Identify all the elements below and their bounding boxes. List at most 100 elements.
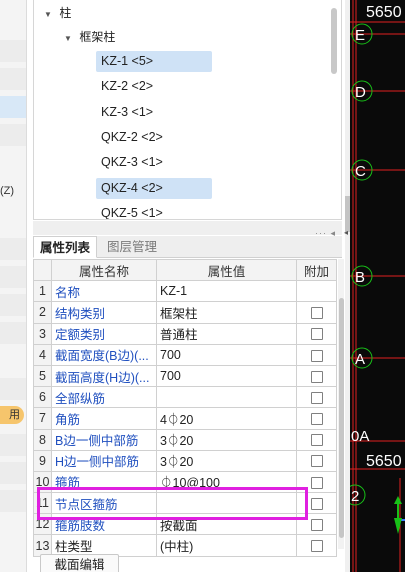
property-name[interactable]: 截面宽度(B边)(... <box>51 343 157 366</box>
attach-checkbox[interactable] <box>310 519 323 532</box>
tree-leaf-item[interactable]: KZ-3 <1> <box>96 102 212 123</box>
tree-leaf-item[interactable]: QKZ-4 <2> <box>96 177 212 199</box>
left-panel-row[interactable] <box>0 490 26 512</box>
row-index: 13 <box>33 534 52 557</box>
axis-label-e: E <box>355 27 365 44</box>
header-property-value: 属性值 <box>156 258 297 282</box>
attach-checkbox[interactable] <box>310 370 323 383</box>
tree-leaf-item[interactable]: QKZ-5 <1> <box>96 203 212 219</box>
property-name[interactable]: B边一侧中部筋 <box>51 428 157 451</box>
attach-checkbox[interactable] <box>310 476 323 489</box>
row-index: 7 <box>33 407 52 430</box>
property-name[interactable]: 柱类型 <box>51 534 157 557</box>
component-tree: ▼ 柱 ▼ 框架柱 KZ-1 <5> KZ-2 <2> KZ-3 <1> QKZ-2 … <box>33 0 342 220</box>
row-index: 8 <box>33 428 52 451</box>
table-row[interactable]: 13 柱类型 (中柱) <box>33 534 337 557</box>
cad-drawing-canvas[interactable]: 5650 5650 E D C B A 0A 2 <box>350 0 405 572</box>
axis-label-c: C <box>355 163 366 180</box>
left-panel-row[interactable] <box>0 238 26 260</box>
header-property-name: 属性名称 <box>51 258 157 282</box>
property-value[interactable]: 4⏀20 <box>156 407 297 430</box>
left-panel-row-selected[interactable] <box>0 96 26 118</box>
tree-leaf-item[interactable]: QKZ-2 <2> <box>96 127 212 148</box>
attach-cell <box>296 407 337 430</box>
left-panel-row[interactable] <box>0 434 26 456</box>
property-name[interactable]: 角筋 <box>51 407 157 430</box>
section-edit-button[interactable]: 截面编辑 <box>40 554 119 572</box>
table-row[interactable]: 2 结构类别 框架柱 <box>33 301 337 324</box>
attach-checkbox[interactable] <box>310 307 323 320</box>
tree-leaf-item[interactable]: KZ-2 <2> <box>96 76 212 97</box>
left-side-panel: (Z) 用 <box>0 0 27 572</box>
left-panel-badge[interactable]: 用 <box>0 406 24 424</box>
attach-checkbox[interactable] <box>310 434 323 447</box>
tree-node-frame-column[interactable]: ▼ 框架柱 <box>64 27 115 47</box>
property-value[interactable]: 700 <box>156 343 297 366</box>
left-panel-row[interactable] <box>0 378 26 400</box>
tree-node-label: 框架柱 <box>79 30 116 44</box>
property-name[interactable]: 全部纵筋 <box>51 386 157 409</box>
left-panel-row[interactable] <box>0 40 26 62</box>
left-panel-row[interactable] <box>0 266 26 288</box>
attach-checkbox[interactable] <box>310 540 323 553</box>
attach-checkbox[interactable] <box>310 497 323 510</box>
row-index: 9 <box>33 449 52 472</box>
header-attach: 附加 <box>296 258 337 282</box>
table-row[interactable]: 6 全部纵筋 <box>33 386 337 409</box>
row-index: 3 <box>33 322 52 345</box>
left-panel-row[interactable] <box>0 68 26 90</box>
collapse-triangle-icon[interactable]: ▼ <box>44 5 56 25</box>
property-value[interactable]: 700 <box>156 364 297 388</box>
attach-cell <box>296 428 337 451</box>
collapse-arrow-icon[interactable]: ◂ <box>344 228 348 237</box>
table-row[interactable]: 7 角筋 4⏀20 <box>33 407 337 430</box>
panel-splitter[interactable] <box>33 221 342 235</box>
property-name[interactable]: 名称 <box>51 280 157 303</box>
axis-label-d: D <box>355 84 366 101</box>
table-scrollbar-thumb[interactable] <box>339 298 344 538</box>
property-name[interactable]: 结构类别 <box>51 301 157 324</box>
cad-drawing[interactable]: 5650 5650 E D C B A 0A 2 <box>350 0 405 572</box>
tree-leaf-item[interactable]: KZ-1 <5> <box>96 51 212 72</box>
attach-checkbox[interactable] <box>310 391 323 404</box>
property-value[interactable]: 普通柱 <box>156 322 297 345</box>
left-panel-row[interactable] <box>0 322 26 344</box>
table-row[interactable]: 4 截面宽度(B边)(... 700 <box>33 343 337 366</box>
table-row[interactable]: 3 定额类别 普通柱 <box>33 322 337 345</box>
attach-checkbox[interactable] <box>310 328 323 341</box>
tree-node-label: 柱 <box>59 6 72 20</box>
left-panel-row[interactable] <box>0 124 26 146</box>
collapse-triangle-icon[interactable]: ▼ <box>64 29 76 49</box>
table-row[interactable]: 9 H边一侧中部筋 3⏀20 <box>33 449 337 472</box>
tab-property-list[interactable]: 属性列表 <box>33 236 98 258</box>
property-name[interactable]: H边一侧中部筋 <box>51 449 157 472</box>
left-panel-row[interactable] <box>0 294 26 316</box>
ucs-arrow-icon <box>394 496 402 504</box>
tree-leaf-item[interactable]: QKZ-3 <1> <box>96 152 212 173</box>
attach-cell <box>296 449 337 472</box>
axis-label-a: A <box>355 351 365 368</box>
left-panel-row[interactable] <box>0 462 26 484</box>
property-value[interactable]: 3⏀20 <box>156 428 297 451</box>
attach-cell <box>296 534 337 557</box>
table-row[interactable]: 1 名称 KZ-1 <box>33 280 337 303</box>
property-value[interactable]: KZ-1 <box>156 280 297 303</box>
row-index: 6 <box>33 386 52 409</box>
table-row[interactable]: 8 B边一侧中部筋 3⏀20 <box>33 428 337 451</box>
property-value[interactable]: (中柱) <box>156 534 297 557</box>
attach-checkbox[interactable] <box>310 455 323 468</box>
property-name[interactable]: 定额类别 <box>51 322 157 345</box>
attach-cell <box>296 322 337 345</box>
property-value[interactable] <box>156 386 297 409</box>
tree-node-column[interactable]: ▼ 柱 <box>44 3 71 23</box>
attach-checkbox[interactable] <box>310 413 323 426</box>
attach-checkbox[interactable] <box>310 349 323 362</box>
attach-cell <box>296 301 337 324</box>
property-value[interactable]: 3⏀20 <box>156 449 297 472</box>
property-value[interactable]: 框架柱 <box>156 301 297 324</box>
table-row[interactable]: 5 截面高度(H边)(... 700 <box>33 364 337 388</box>
property-name[interactable]: 截面高度(H边)(... <box>51 364 157 388</box>
tree-scrollbar-thumb[interactable] <box>331 8 337 74</box>
tab-layer-management[interactable]: 图层管理 <box>101 236 163 258</box>
table-header-row: 属性名称 属性值 附加 <box>33 258 337 282</box>
